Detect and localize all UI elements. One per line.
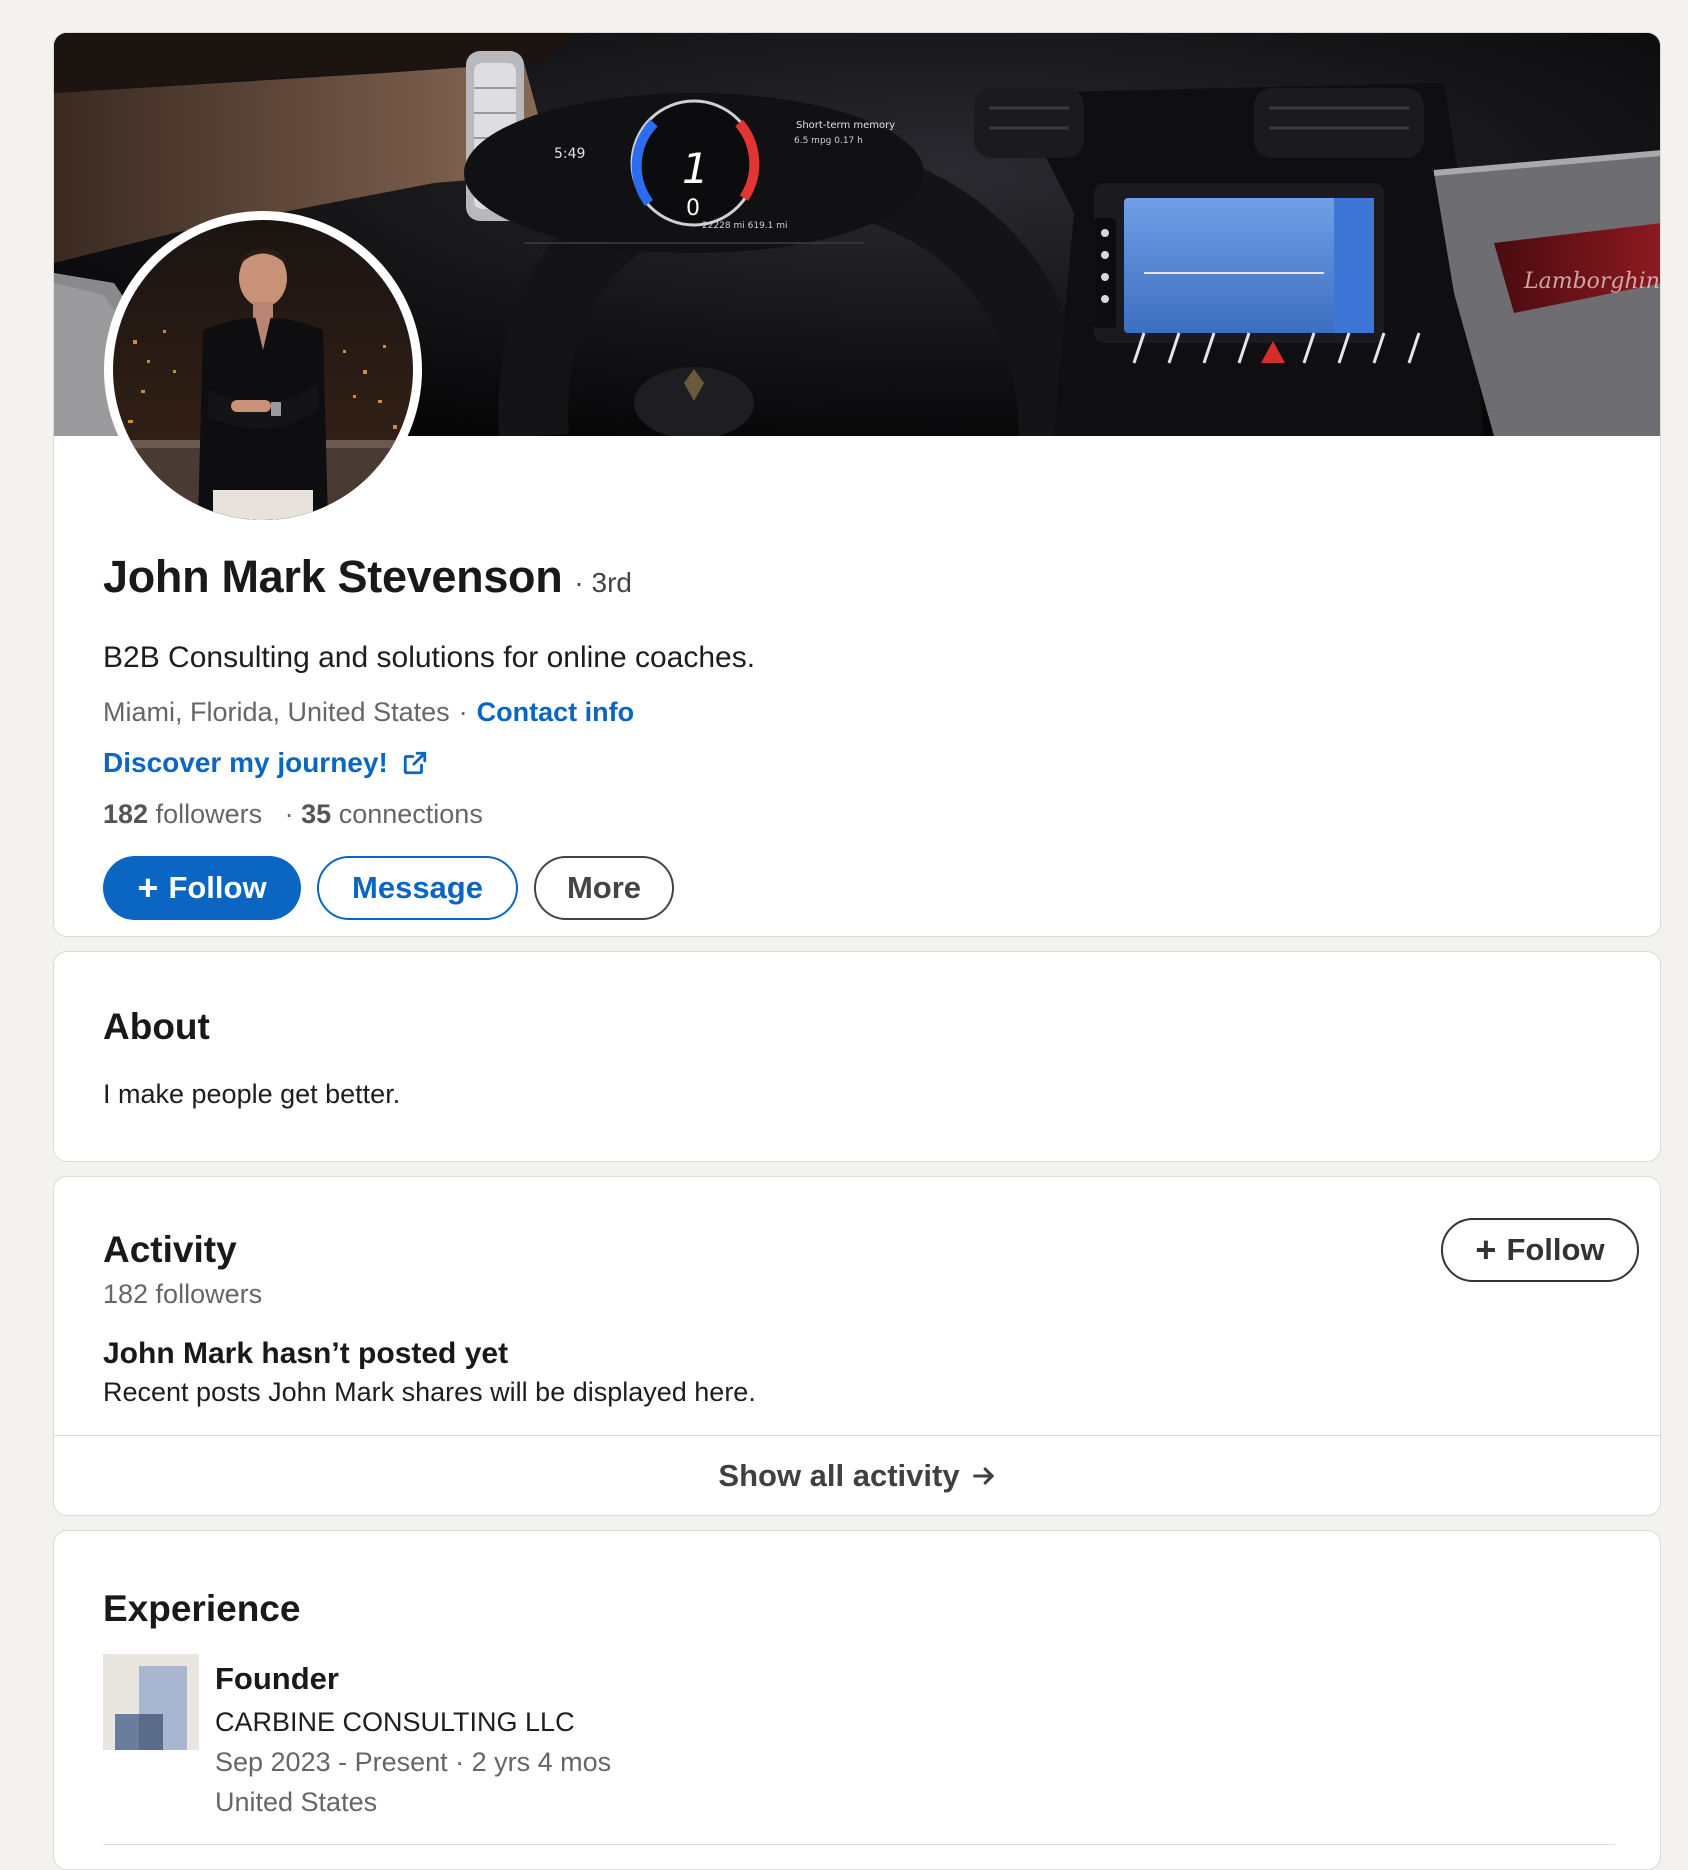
experience-role: Founder (215, 1661, 339, 1696)
external-link-icon (403, 751, 426, 775)
profile-location: Miami, Florida, United States (103, 697, 450, 727)
plus-icon: + (1475, 1229, 1497, 1270)
experience-title: Experience (103, 1588, 301, 1629)
profile-actions: + Follow Message More (103, 856, 674, 920)
svg-text:5:49: 5:49 (554, 146, 585, 162)
journey-link-label: Discover my journey! (103, 747, 388, 778)
name-row: John Mark Stevenson · 3rd (103, 551, 632, 603)
svg-text:6.5 mpg 0.17 h: 6.5 mpg 0.17 h (794, 136, 863, 146)
location-row: Miami, Florida, United States · Contact … (103, 697, 634, 728)
connections-count: 35 (301, 799, 332, 829)
activity-follow-label: Follow (1506, 1232, 1605, 1267)
experience-dates: Sep 2023 - Present · 2 yrs 4 mos (215, 1747, 612, 1777)
no-posts-title: John Mark hasn’t posted yet (103, 1337, 509, 1370)
svg-text:Short-term memory: Short-term memory (796, 120, 895, 131)
activity-followers: 182 followers (103, 1279, 263, 1309)
about-text: I make people get better. (103, 1079, 401, 1109)
no-posts-subtitle: Recent posts John Mark shares will be di… (103, 1377, 756, 1407)
profile-name: John Mark Stevenson (103, 551, 563, 602)
followers-count: 182 (103, 799, 149, 829)
show-all-activity-button[interactable]: Show all activity (54, 1435, 1660, 1515)
arrow-right-icon (972, 1466, 994, 1485)
about-card: About I make people get better. (53, 951, 1661, 1162)
follow-button[interactable]: + Follow (103, 856, 301, 920)
profile-card: 1 0 5:49 Short-term memory 6.5 mpg 0.17 … (53, 32, 1661, 937)
show-all-activity-label: Show all activity (718, 1457, 960, 1493)
svg-text:0: 0 (686, 196, 700, 221)
experience-location: United States (215, 1787, 378, 1817)
contact-info-link[interactable]: Contact info (477, 697, 634, 728)
journey-link[interactable]: Discover my journey! (103, 747, 428, 779)
svg-text:Lamborghini: Lamborghini (1523, 269, 1661, 294)
followers-label[interactable]: followers (156, 799, 263, 829)
activity-follow-button[interactable]: + Follow (1441, 1218, 1639, 1282)
plus-icon: + (137, 867, 159, 908)
company-logo-icon[interactable] (103, 1654, 199, 1750)
profile-avatar[interactable] (104, 211, 422, 529)
experience-card: Experience Founder CARBINE CONSULTING LL… (53, 1530, 1661, 1870)
svg-text:22228 mi 619.1 mi: 22228 mi 619.1 mi (702, 221, 788, 231)
experience-company: CARBINE CONSULTING LLC (215, 1707, 575, 1737)
profile-headline: B2B Consulting and solutions for online … (103, 641, 756, 674)
about-title: About (103, 1006, 210, 1047)
svg-text:1: 1 (682, 144, 709, 193)
network-counts: 182 followers · 35 connections (103, 799, 483, 830)
avatar-image (113, 220, 413, 520)
activity-title: Activity (103, 1229, 237, 1270)
experience-divider (103, 1844, 1615, 1845)
message-button[interactable]: Message (317, 856, 518, 920)
location-separator: · (458, 697, 468, 727)
follow-button-label: Follow (168, 870, 267, 905)
connections-separator: · (284, 799, 294, 829)
connections-label[interactable]: connections (339, 799, 483, 829)
activity-card: Activity 182 followers + Follow John Mar… (53, 1176, 1661, 1516)
more-button[interactable]: More (534, 856, 674, 920)
connection-degree: · 3rd (574, 567, 632, 598)
